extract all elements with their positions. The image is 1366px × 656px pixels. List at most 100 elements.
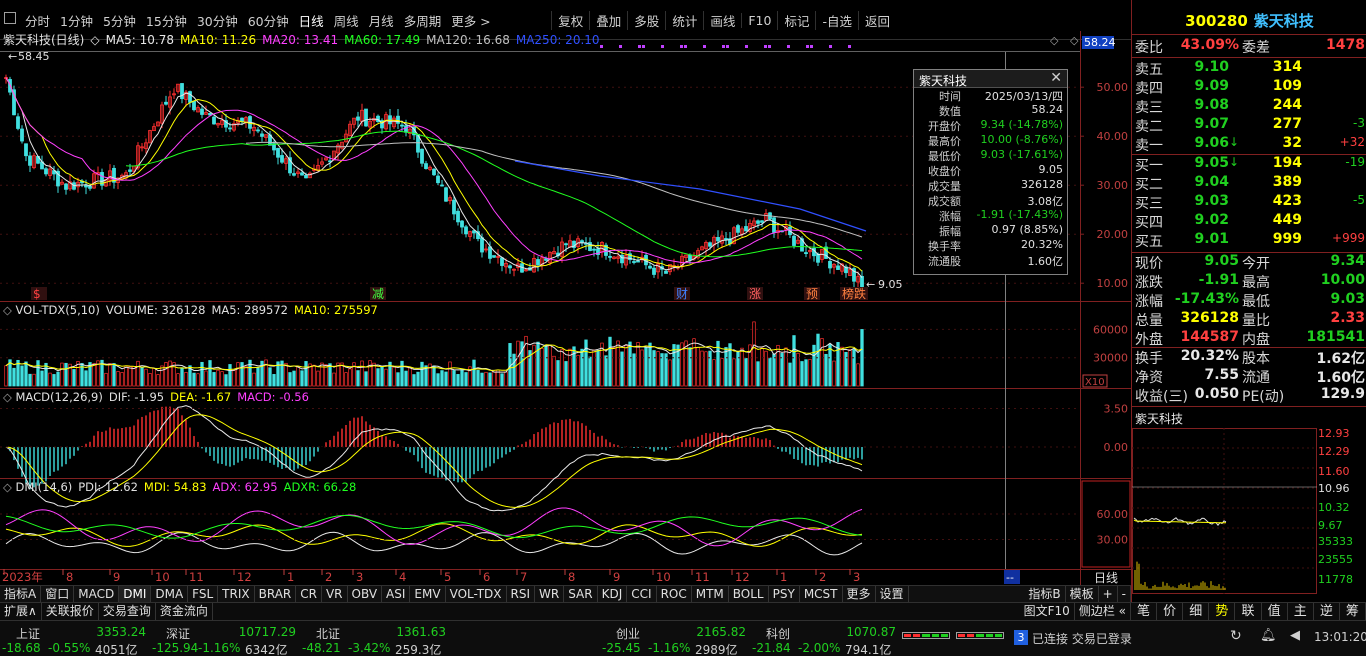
indicator-tab[interactable]: SAR (564, 586, 598, 602)
stat-value: 10.00 (1320, 272, 1365, 288)
indicator-tab[interactable]: 窗口 (41, 586, 75, 602)
market-index[interactable]: 上证 3353.24 -18.68 -0.55% 4051亿 (2, 623, 161, 656)
indicator-tab[interactable]: 指标A (0, 586, 42, 602)
side-tab[interactable]: 筹 (1340, 603, 1366, 620)
order-book-row[interactable]: 卖四 9.09 109 (1132, 78, 1366, 97)
index-name: 上证 (16, 627, 41, 641)
speaker-icon[interactable]: ◀ (1290, 628, 1300, 643)
tool-button[interactable]: F10 (741, 12, 777, 28)
period-tab[interactable]: 5分钟 (98, 11, 141, 30)
indicator-tab[interactable]: DMA (151, 586, 189, 602)
extension-tab[interactable]: 资金流向 (156, 603, 213, 620)
period-tab[interactable]: 30分钟 (192, 11, 243, 30)
order-book-row[interactable]: 买四 9.02 449 (1132, 212, 1366, 231)
x-tick-label: 8 (568, 570, 575, 584)
period-tab[interactable]: 15分钟 (141, 11, 192, 30)
window-menu-icon[interactable] (4, 12, 16, 24)
indicator-tab[interactable]: BOLL (729, 586, 769, 602)
period-tab[interactable]: 月线 (364, 11, 399, 30)
order-book-row[interactable]: 卖二 9.07 277 -3 (1132, 116, 1366, 135)
indicator-tab-right[interactable]: - (1118, 586, 1131, 602)
indicator-tab[interactable]: DMI (119, 586, 152, 602)
market-index[interactable]: 北证 1361.63 -48.21 -3.42% 259.3亿 (302, 623, 461, 656)
candle-body (192, 100, 196, 111)
indicator-tab[interactable]: TRIX (218, 586, 255, 602)
indicator-tab[interactable]: WR (535, 586, 565, 602)
refresh-icon[interactable]: ↻ (1230, 628, 1242, 644)
close-icon[interactable]: ✕ (1050, 70, 1062, 86)
tool-button[interactable]: 复权 (551, 10, 589, 30)
indicator-tab[interactable]: VOL-TDX (446, 586, 507, 602)
candle-body (212, 116, 216, 125)
candle-body (456, 210, 460, 223)
indicator-tab[interactable]: 更多 (843, 586, 876, 602)
volume-bar (556, 360, 560, 387)
sidebar-toggle[interactable]: 侧边栏 « (1075, 603, 1131, 620)
indicator-tab[interactable]: MTM (692, 586, 729, 602)
sidebar-toggle[interactable]: 图文F10 (1020, 603, 1075, 620)
indicator-tab-right[interactable]: 指标B (1024, 586, 1066, 602)
order-book-row[interactable]: 卖五 9.10 314 (1132, 59, 1366, 78)
candle-body (44, 168, 48, 175)
period-tab[interactable]: 多周期 (399, 11, 447, 30)
market-index[interactable]: 深证 10717.29 -125.94 -1.16% 6342亿 (152, 623, 311, 656)
order-book-row[interactable]: 卖一 9.06 ↓ 32 +32 (1132, 135, 1366, 154)
side-tab[interactable]: 笔 (1131, 603, 1158, 620)
tool-button[interactable]: 标记 (777, 10, 815, 30)
period-tab[interactable]: 1分钟 (55, 11, 98, 30)
market-index[interactable]: 创业 2165.82 -25.45 -1.16% 2989亿 (602, 623, 761, 656)
indicator-tab[interactable]: ROC (657, 586, 692, 602)
indicator-tab[interactable]: MACD (74, 586, 120, 602)
volume-bar (228, 364, 232, 387)
tool-button[interactable]: 叠加 (589, 10, 627, 30)
indicator-tab-right[interactable]: + (1099, 586, 1118, 602)
order-book-row[interactable]: 买一 9.05 ↓ 194 -19 (1132, 155, 1366, 174)
tool-button[interactable]: 返回 (857, 10, 896, 30)
indicator-tab[interactable]: CCI (627, 586, 657, 602)
indicator-tab[interactable]: KDJ (598, 586, 628, 602)
order-book-row[interactable]: 买二 9.04 389 (1132, 174, 1366, 193)
side-tab[interactable]: 逆 (1314, 603, 1340, 620)
extension-tab[interactable]: 关联报价 (42, 603, 99, 620)
indicator-tab[interactable]: ASI (382, 586, 411, 602)
period-tab[interactable]: 周线 (329, 11, 364, 30)
side-tab[interactable]: 联 (1235, 603, 1262, 620)
period-tab[interactable]: 日线 (294, 11, 329, 30)
indicator-tab[interactable]: VR (322, 586, 348, 602)
indicator-tab[interactable]: EMV (410, 586, 446, 602)
extension-tab[interactable]: 扩展∧ (0, 603, 42, 620)
connection-badge[interactable]: 3 (1014, 630, 1028, 645)
tool-button[interactable]: -自选 (815, 10, 858, 30)
indicator-tab[interactable]: FSL (188, 586, 219, 602)
period-tab[interactable]: 60分钟 (243, 11, 294, 30)
bell-icon[interactable]: 🔔︎ (1260, 628, 1277, 643)
side-tab[interactable]: 细 (1183, 603, 1210, 620)
order-book-row[interactable]: 买五 9.01 999 +999 (1132, 231, 1366, 250)
indicator-tab[interactable]: PSY (769, 586, 800, 602)
period-tab[interactable]: 分时 (20, 11, 55, 30)
market-index[interactable]: 科创 1070.87 -21.84 -2.00% 794.1亿 (752, 623, 911, 656)
order-book-row[interactable]: 卖三 9.08 244 (1132, 97, 1366, 116)
indicator-tab[interactable]: BRAR (255, 586, 297, 602)
ma-legend: MA20: 13.41 (262, 33, 338, 47)
indicator-tab[interactable]: CR (296, 586, 322, 602)
book-level-label: 卖二 (1135, 119, 1163, 135)
candle-body (24, 143, 28, 157)
side-tab[interactable]: 值 (1262, 603, 1288, 620)
indicator-tab[interactable]: OBV (348, 586, 383, 602)
candle-body (652, 267, 656, 275)
side-tab[interactable]: 价 (1157, 603, 1184, 620)
tool-button[interactable]: 统计 (665, 10, 703, 30)
extension-tab[interactable]: 交易查询 (99, 603, 156, 620)
indicator-tab-right[interactable]: 模板 (1066, 586, 1099, 602)
book-volume: 109 (1272, 78, 1302, 94)
side-tab[interactable]: 势 (1209, 603, 1236, 620)
period-tab[interactable]: 更多 > (446, 11, 495, 30)
tool-button[interactable]: 多股 (627, 10, 665, 30)
side-tab[interactable]: 主 (1288, 603, 1314, 620)
indicator-tab[interactable]: MCST (800, 586, 843, 602)
indicator-tab[interactable]: 设置 (876, 586, 909, 602)
tool-button[interactable]: 画线 (703, 10, 741, 30)
indicator-tab[interactable]: RSI (507, 586, 536, 602)
order-book-row[interactable]: 买三 9.03 423 -5 (1132, 193, 1366, 212)
